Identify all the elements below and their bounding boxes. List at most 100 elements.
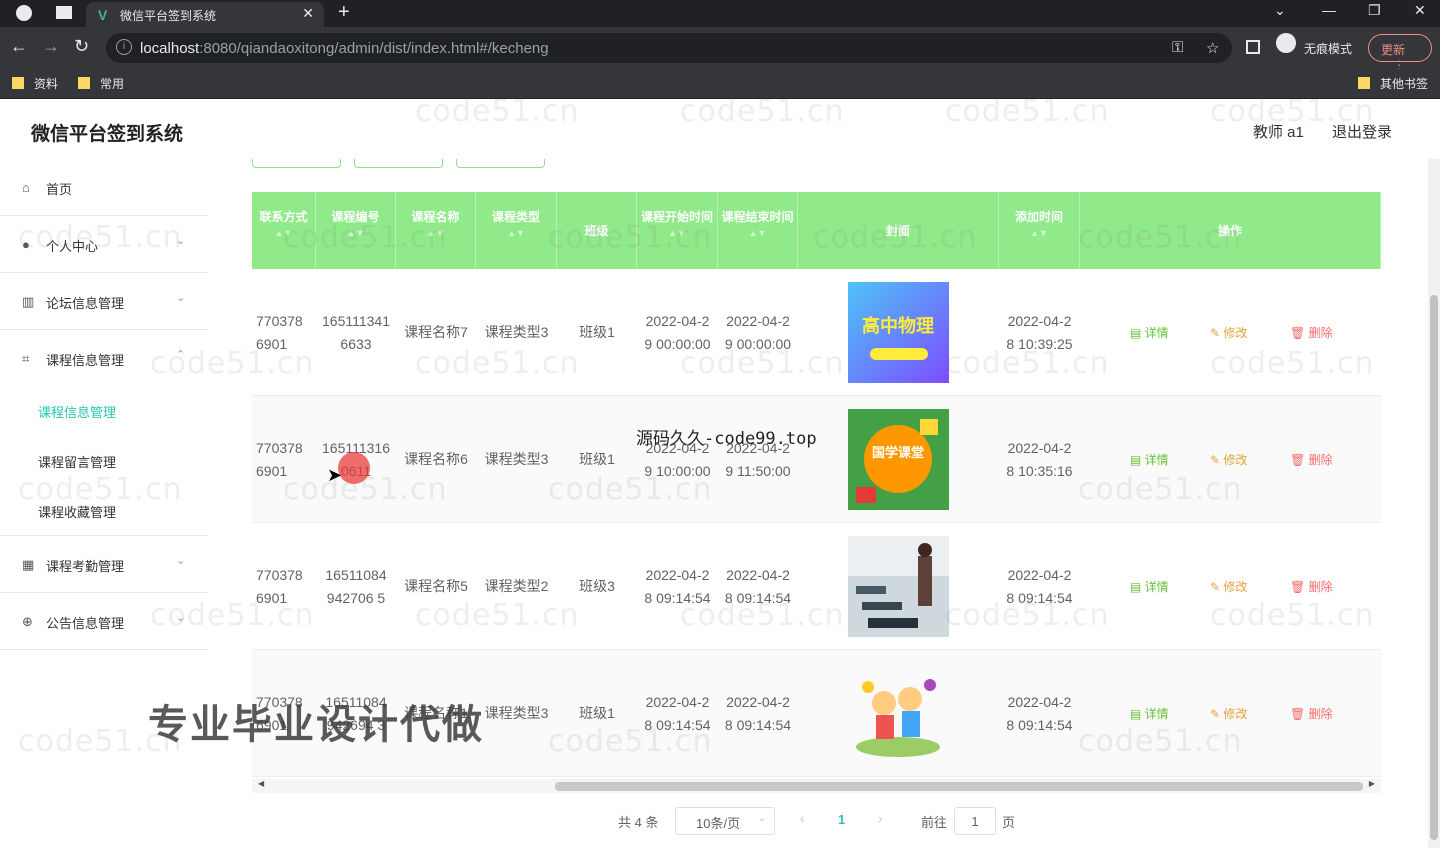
tab-close-icon[interactable]: ✕ [302,5,314,22]
detail-button[interactable]: ▤ 详情 [1130,451,1169,468]
column-header[interactable]: 联系方式 ▲▼ [252,192,316,269]
toolbar-button[interactable] [252,159,341,168]
detail-button[interactable]: ▤ 详情 [1130,578,1169,595]
cell-cover [798,650,999,777]
table-row: 7703786901 16511084942706 5 课程名称5 课程类型2 … [252,523,1381,650]
new-tab-icon[interactable]: + [338,1,350,24]
address-bar[interactable]: i localhost:8080/qiandaoxitong/admin/dis… [106,33,1232,63]
column-header[interactable]: 课程名称 ▲▼ [396,192,476,269]
svg-text:高中物理: 高中物理 [862,315,934,337]
chevron-down-icon: ⌄ [176,555,186,567]
column-header[interactable]: 课程结束时间 ▲▼ [718,192,798,269]
column-header[interactable]: 添加时间 ▲▼ [999,192,1080,269]
cell-added: 2022-04-28 10:35:16 [1006,439,1073,479]
page-size-select[interactable]: 10条/页 ⌄ [675,807,775,835]
incognito-label: 无痕模式 [1304,42,1353,56]
sidebar-item-forum[interactable]: ▥ 论坛信息管理 ⌄ [0,273,208,330]
vertical-scrollbar[interactable] [1428,159,1440,848]
sidebar-item-label: 课程信息管理 [46,353,125,368]
detail-button[interactable]: ▤ 详情 [1130,705,1169,722]
cell-name: 课程名称7 [404,324,468,340]
edit-button[interactable]: ✎ 修改 [1210,324,1247,341]
key-icon[interactable]: ⚿ [1172,39,1183,56]
edit-button[interactable]: ✎ 修改 [1210,705,1247,722]
cell-code: 1651113416633 [322,312,390,352]
sidebar-item-notices[interactable]: ⊕ 公告信息管理 ⌄ [0,593,208,650]
logout-link[interactable]: 退出登录 [1332,121,1392,142]
column-header[interactable]: 课程编号 ▲▼ [316,192,396,269]
column-header[interactable]: 课程开始时间 ▲▼ [637,192,718,269]
url-text[interactable]: localhost:8080/qiandaoxitong/admin/dist/… [140,40,549,57]
update-button[interactable]: 更新 ⋮ [1368,34,1432,72]
site-info-icon[interactable]: i [116,39,132,55]
tab-search-icon[interactable] [56,6,72,19]
column-header[interactable]: 班级 [557,192,637,269]
sidebar-item-label: 首页 [46,182,73,197]
click-indicator [338,452,370,484]
bookmark-folder-ziliao[interactable]: 资料 [12,75,58,92]
cover-image-physics[interactable]: 高中物理 [848,282,949,383]
cell-added: 2022-04-28 09:14:54 [1006,693,1073,733]
horizontal-scrollbar[interactable]: ◀ ▶ [252,779,1381,793]
next-page-icon[interactable]: › [878,811,882,839]
cell-class: 班级1 [579,451,615,467]
bookmark-folder-other[interactable]: 其他书签 [1358,75,1428,92]
browser-profile-icon[interactable] [16,5,32,21]
app-title: 微信平台签到系统 [31,124,184,145]
delete-button[interactable]: 🗑 删除 [1290,324,1333,341]
cell-added: 2022-04-28 10:39:25 [1006,312,1073,352]
edit-button[interactable]: ✎ 修改 [1210,451,1247,468]
globe-icon: ⊕ [22,614,33,629]
cell-start: 2022-04-29 10:00:00 [644,439,711,479]
delete-button[interactable]: 🗑 删除 [1290,705,1333,722]
cell-contact: 7703786901 [256,312,303,352]
sidebar-item-courses[interactable]: ⌗ 课程信息管理 ⌃ 课程信息管理 课程留言管理 课程收藏管理 [0,330,208,536]
sidebar-subitem-course-favorites[interactable]: 课程收藏管理 [38,502,116,521]
current-user: 教师 a1 [1253,124,1304,141]
close-window-icon[interactable]: ✕ [1414,2,1426,19]
scrollbar-thumb[interactable] [1430,295,1438,840]
cell-added: 2022-04-28 09:14:54 [1006,566,1073,606]
sidebar-subitem-course-comments[interactable]: 课程留言管理 [38,452,116,471]
chevron-down-icon: ⌄ [176,235,186,247]
delete-button[interactable]: 🗑 删除 [1290,578,1333,595]
cover-image-guoxue[interactable]: 国学课堂 [848,409,949,510]
sidebar-item-home[interactable]: ⌂ 首页 [0,159,208,216]
minimize-icon[interactable]: — [1322,2,1336,18]
prev-page-icon[interactable]: ‹ [800,811,804,839]
forward-icon[interactable]: → [42,36,60,57]
cover-image-children[interactable] [848,663,949,764]
edit-button[interactable]: ✎ 修改 [1210,578,1247,595]
folder-icon [12,77,24,89]
column-header[interactable]: 课程类型 ▲▼ [476,192,557,269]
reload-icon[interactable]: ↻ [74,36,89,57]
scrollbar-thumb[interactable] [555,782,1363,791]
bookmark-folder-changyong[interactable]: 常用 [78,75,124,92]
cell-type: 课程类型3 [484,324,549,340]
tab-title: 微信平台签到系统 [120,9,217,23]
table-row: 7703786901 1651113416633 课程名称7 课程类型3 班级1… [252,269,1381,396]
scroll-left-icon[interactable]: ◀ [258,779,264,788]
incognito-icon [1276,33,1296,53]
side-panel-icon[interactable] [1246,40,1260,54]
back-icon[interactable]: ← [10,36,28,57]
sidebar-item-profile[interactable]: ● 个人中心 ⌄ [0,216,208,273]
cell-start: 2022-04-28 09:14:54 [644,566,711,606]
page-number[interactable]: 1 [838,812,845,827]
cell-end: 2022-04-29 11:50:00 [725,439,791,479]
cell-end: 2022-04-28 09:14:54 [724,693,792,733]
toolbar-button[interactable] [456,159,545,168]
toolbar-button[interactable] [354,159,443,168]
delete-button[interactable]: 🗑 删除 [1290,451,1333,468]
column-header[interactable]: 封面 [798,192,999,269]
browser-tab[interactable]: V 微信平台签到系统 ✕ [86,2,324,27]
goto-page-input[interactable]: 1 [954,807,996,835]
scroll-right-icon[interactable]: ▶ [1369,779,1375,788]
tab-list-chevron-icon[interactable]: ⌄ [1274,2,1286,19]
cover-image-classroom[interactable] [848,536,949,637]
sidebar-item-attendance[interactable]: ▦ 课程考勤管理 ⌄ [0,536,208,593]
bookmark-star-icon[interactable]: ☆ [1206,39,1219,57]
sidebar-subitem-course-info[interactable]: 课程信息管理 [38,402,116,421]
restore-icon[interactable]: ❐ [1368,2,1381,19]
detail-button[interactable]: ▤ 详情 [1130,324,1169,341]
